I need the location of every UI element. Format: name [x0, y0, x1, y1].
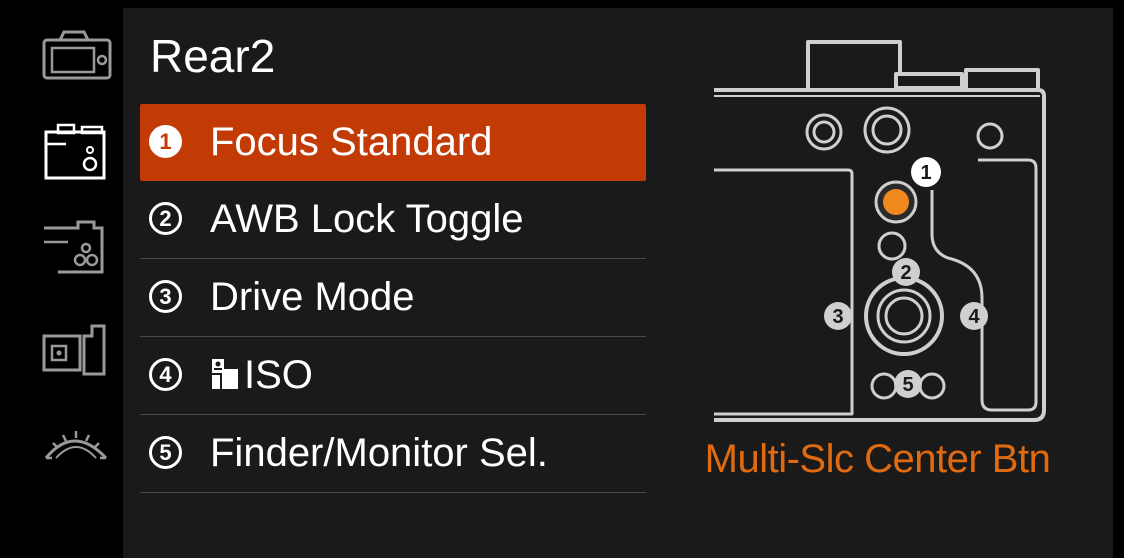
- page-title: Rear2: [150, 30, 276, 82]
- menu-item-drive-mode[interactable]: 3 Drive Mode: [140, 259, 646, 337]
- camera-side-icon[interactable]: [38, 318, 118, 378]
- menu-item-label: Focus Standard: [210, 120, 493, 164]
- assignment-menu: 1 Focus Standard 2 AWB Lock Toggle 3 Dri…: [140, 104, 646, 493]
- item-number-badge: 2: [149, 202, 182, 235]
- marker-5: 5: [902, 374, 913, 396]
- category-sidebar: [0, 0, 123, 558]
- menu-item-finder-monitor-sel[interactable]: 5 Finder/Monitor Sel.: [140, 415, 646, 493]
- menu-item-focus-standard[interactable]: 1 Focus Standard: [140, 104, 646, 181]
- item-number-badge: 4: [149, 358, 182, 391]
- menu-item-label: ISO: [244, 353, 313, 397]
- dial-icon[interactable]: [38, 418, 118, 478]
- menu-item-iso[interactable]: 4 ISO: [140, 337, 646, 415]
- marker-2: 2: [900, 262, 911, 284]
- camera-icon[interactable]: [38, 28, 118, 88]
- item-number-badge: 3: [149, 280, 182, 313]
- marker-4: 4: [968, 306, 980, 328]
- menu-item-label: AWB Lock Toggle: [210, 197, 524, 241]
- highlighted-button-fill: [883, 189, 909, 215]
- menu-item-label-wrap: ISO: [210, 351, 313, 399]
- item-number-badge: 1: [149, 125, 182, 158]
- camera-rear-buttons-icon[interactable]: [38, 218, 118, 278]
- camera-rear-icon[interactable]: [38, 122, 118, 182]
- movie-iso-icon: [212, 359, 238, 389]
- menu-item-label: Finder/Monitor Sel.: [210, 431, 548, 475]
- menu-item-label: Drive Mode: [210, 275, 415, 319]
- selected-button-caption: Multi-Slc Center Btn: [704, 437, 1051, 481]
- menu-item-awb-lock-toggle[interactable]: 2 AWB Lock Toggle: [140, 181, 646, 259]
- marker-1: 1: [920, 162, 931, 184]
- marker-3: 3: [832, 306, 843, 328]
- camera-rear-diagram: 1 2 3 4 5: [700, 30, 1060, 430]
- item-number-badge: 5: [149, 436, 182, 469]
